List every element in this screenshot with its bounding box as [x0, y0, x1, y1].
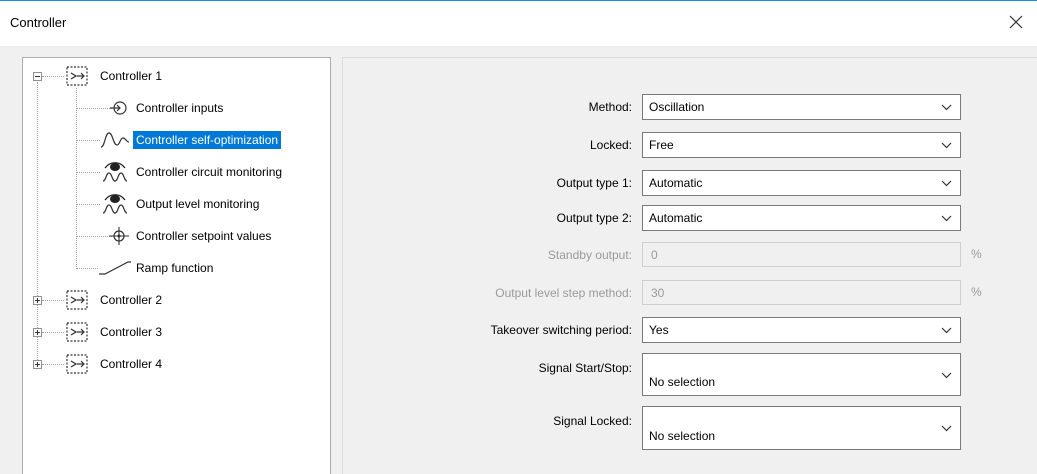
tree-item-controller-2[interactable]: Controller 2	[97, 289, 165, 311]
oscillation-wave-icon	[100, 132, 130, 148]
expand-icon[interactable]	[33, 360, 42, 369]
standby-output-input: 0	[642, 242, 961, 267]
takeover-value: Yes	[649, 323, 669, 337]
tree-item-label: Controller inputs	[136, 101, 224, 115]
ramp-icon	[99, 261, 131, 275]
standby-output-value: 0	[651, 247, 658, 262]
output-level-step-input: 30	[642, 280, 961, 305]
controller-block-icon	[66, 354, 88, 374]
window-title: Controller	[10, 15, 67, 30]
expand-icon[interactable]	[33, 296, 42, 305]
standby-output-label: Standby output:	[547, 248, 632, 262]
signal-start-stop-label: Signal Start/Stop:	[538, 361, 632, 375]
close-icon[interactable]	[1005, 11, 1027, 33]
locked-label: Locked:	[589, 138, 632, 152]
controller-block-icon	[66, 290, 88, 310]
signal-start-stop-select[interactable]: No selection	[642, 353, 961, 396]
chevron-down-icon	[941, 425, 952, 432]
signal-locked-label: Signal Locked:	[553, 414, 632, 428]
output-level-step-value: 30	[651, 285, 665, 300]
tree-item-label: Controller 1	[100, 69, 163, 83]
method-value: Oscillation	[649, 100, 705, 114]
eye-wave-icon	[102, 162, 128, 182]
tree-item-controller-4[interactable]: Controller 4	[97, 353, 165, 375]
takeover-label: Takeover switching period:	[490, 323, 632, 337]
output-type-2-label: Output type 2:	[556, 211, 632, 225]
locked-select[interactable]: Free	[642, 132, 961, 158]
output-type-2-select[interactable]: Automatic	[642, 205, 961, 231]
expand-icon[interactable]	[33, 328, 42, 337]
eye-wave-icon	[102, 194, 128, 214]
tree-item-controller-circuit-monitoring[interactable]: Controller circuit monitoring	[133, 161, 285, 183]
chevron-down-icon	[941, 104, 952, 110]
tree-item-label: Controller self-optimization	[133, 131, 282, 149]
controller-block-icon	[66, 66, 88, 86]
tree-item-label: Controller 3	[100, 325, 163, 339]
signal-locked-select[interactable]: No selection	[642, 406, 961, 450]
collapse-icon[interactable]	[33, 72, 42, 81]
tree-item-output-level-monitoring[interactable]: Output level monitoring	[133, 193, 262, 215]
chevron-down-icon	[941, 372, 952, 379]
tree-item-label: Output level monitoring	[136, 197, 260, 211]
output-level-step-label: Output level step method:	[495, 286, 632, 300]
chevron-down-icon	[941, 327, 952, 333]
tree-item-label: Controller 4	[100, 357, 163, 371]
signal-start-stop-value: No selection	[649, 375, 716, 389]
input-arrow-icon	[110, 101, 127, 115]
chevron-down-icon	[941, 142, 952, 148]
chevron-down-icon	[941, 215, 952, 221]
tree-item-ramp-function[interactable]: Ramp function	[133, 257, 216, 279]
output-level-step-unit: %	[971, 285, 982, 299]
output-type-2-value: Automatic	[649, 211, 703, 225]
controller-tree[interactable]: Controller 1 Controller inputs Controlle…	[22, 57, 331, 474]
output-type-1-select[interactable]: Automatic	[642, 170, 961, 196]
tree-item-controller-inputs[interactable]: Controller inputs	[133, 97, 226, 119]
controller-block-icon	[66, 322, 88, 342]
tree-item-label: Ramp function	[136, 261, 214, 275]
output-type-1-value: Automatic	[649, 176, 703, 190]
signal-locked-value: No selection	[649, 429, 716, 443]
tree-item-controller-1[interactable]: Controller 1	[97, 65, 165, 87]
takeover-select[interactable]: Yes	[642, 317, 961, 343]
tree-item-controller-setpoint-values[interactable]: Controller setpoint values	[133, 225, 274, 247]
tree-item-controller-self-optimization[interactable]: Controller self-optimization	[133, 129, 282, 151]
tree-item-controller-3[interactable]: Controller 3	[97, 321, 165, 343]
locked-value: Free	[649, 138, 674, 152]
standby-output-unit: %	[971, 247, 982, 261]
tree-item-label: Controller 2	[100, 293, 163, 307]
tree-item-label: Controller circuit monitoring	[136, 165, 283, 179]
title-bar: Controller	[0, 0, 1037, 46]
tree-item-label: Controller setpoint values	[136, 229, 272, 243]
chevron-down-icon	[941, 180, 952, 186]
method-label: Method:	[588, 100, 632, 114]
output-type-1-label: Output type 1:	[556, 176, 632, 190]
method-select[interactable]: Oscillation	[642, 94, 961, 120]
setpoint-crosshair-icon	[109, 227, 129, 245]
